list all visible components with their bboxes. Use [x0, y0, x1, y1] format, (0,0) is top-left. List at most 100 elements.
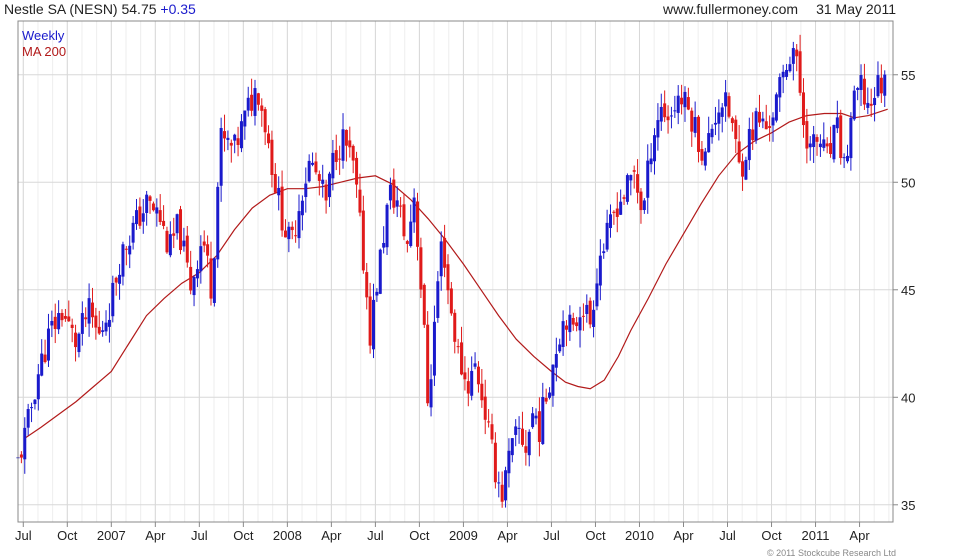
x-tick-label: Apr [145, 528, 166, 543]
x-tick-label: Oct [57, 528, 78, 543]
candle-body [730, 118, 734, 124]
candle-body [97, 326, 101, 334]
weekly-candles [16, 34, 887, 508]
candle-body [713, 122, 717, 125]
candle-body [283, 230, 287, 238]
copyright: © 2011 Stockcube Research Ltd [766, 548, 896, 558]
candle-body [246, 97, 250, 111]
candle-body [483, 396, 487, 420]
candle-body [859, 74, 863, 90]
candle-body [636, 174, 640, 193]
candle-body [378, 249, 382, 294]
candle-body [351, 145, 355, 161]
candle-body [497, 482, 501, 484]
candle-body [361, 210, 365, 271]
x-axis: Jul Oct 2007 Apr Jul Oct 2008 Apr Jul Oct 2009 Apr J… [15, 522, 870, 543]
candle-body [849, 117, 853, 159]
candle-body [371, 299, 375, 350]
candle-body [344, 129, 348, 146]
candle-body [676, 95, 680, 113]
candle-body [866, 102, 870, 108]
candle-body [63, 316, 67, 319]
candle-body [158, 210, 162, 222]
y-tick-label: 45 [901, 283, 915, 298]
candle-body [663, 103, 667, 118]
candle-body [90, 302, 94, 318]
candle-body [788, 64, 792, 72]
legend-weekly: Weekly [22, 28, 65, 43]
x-tick-label: Apr [321, 528, 342, 543]
candle-body [128, 245, 132, 255]
candle-body [151, 203, 155, 211]
candle-body [270, 139, 274, 175]
x-tick-label: Oct [585, 528, 606, 543]
candle-body [104, 322, 108, 332]
candle-body [808, 143, 812, 148]
candle-body [561, 321, 565, 347]
candle-body [588, 300, 592, 325]
candle-body [747, 128, 751, 161]
x-tick-label: Apr [849, 528, 870, 543]
candle-body [852, 90, 856, 120]
candle-body [744, 159, 748, 180]
candle-body [453, 312, 457, 342]
x-tick-label: 2011 [802, 528, 830, 543]
candle-body [727, 96, 731, 117]
candle-body [879, 77, 883, 94]
candle-body [199, 246, 203, 272]
candle-body [456, 346, 460, 348]
candle-body [862, 78, 866, 105]
candle-body [233, 134, 237, 141]
candle-body [74, 332, 78, 348]
candle-body [375, 291, 379, 296]
candle-body [578, 317, 582, 331]
candle-body [493, 442, 497, 483]
candle-body [598, 255, 602, 286]
candle-body [182, 240, 186, 247]
candle-body [592, 309, 596, 327]
candle-body [683, 91, 687, 108]
candle-body [80, 313, 84, 334]
candle-body [646, 160, 650, 198]
candle-body [327, 173, 331, 198]
x-tick-label: 2009 [449, 528, 478, 543]
candle-body [67, 316, 71, 322]
candle-body [548, 392, 552, 398]
legend-ma200: MA 200 [22, 44, 66, 59]
candle-body [517, 427, 521, 429]
candle-body [338, 158, 342, 160]
candle-body [412, 197, 416, 223]
candle-body [700, 149, 704, 161]
candle-body [673, 110, 677, 112]
candle-body [23, 427, 27, 460]
candle-body [162, 220, 166, 226]
candle-body [409, 221, 413, 246]
candle-body [707, 133, 711, 153]
candle-body [534, 415, 538, 419]
candle-body [314, 161, 318, 173]
candle-body [527, 431, 531, 456]
candle-body [290, 226, 294, 231]
candle-body [602, 251, 606, 254]
candle-body [639, 191, 643, 211]
candle-body [680, 97, 684, 105]
candle-body [392, 179, 396, 208]
candle-body [520, 428, 524, 445]
chart-grid [18, 21, 893, 522]
candle-body [307, 160, 311, 182]
x-tick-label: Jul [719, 528, 736, 543]
candle-body [422, 284, 426, 325]
candle-body [446, 264, 450, 291]
candle-body [70, 324, 74, 328]
candle-body [585, 304, 589, 314]
candle-body [429, 379, 433, 408]
candle-body [179, 209, 183, 251]
candle-body [263, 109, 267, 133]
candle-body [805, 121, 809, 149]
candle-body [399, 205, 403, 207]
candle-body [141, 213, 145, 222]
candle-body [124, 248, 128, 250]
candle-body [202, 241, 206, 246]
candle-body [649, 158, 653, 165]
candle-body [358, 189, 362, 213]
